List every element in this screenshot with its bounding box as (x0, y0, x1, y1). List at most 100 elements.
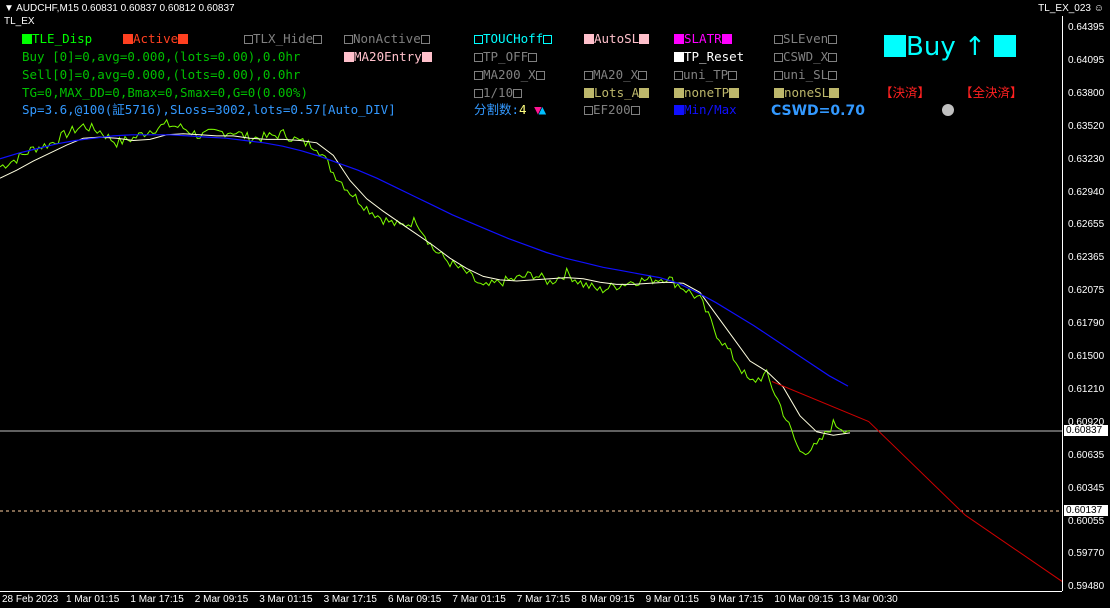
time-tick-label: 7 Mar 01:15 (452, 594, 506, 605)
price-tick-label: 0.59770 (1068, 548, 1105, 560)
time-tick-label: 8 Mar 09:15 (581, 594, 635, 605)
uni-sl-toggle[interactable]: uni_SL (774, 68, 838, 82)
symbol-info: ▼ AUDCHF,M15 0.60831 0.60837 0.60812 0.6… (4, 3, 235, 14)
nonetp-indicator (674, 88, 684, 98)
price-tick-label: 0.63520 (1068, 120, 1105, 132)
lots-a-toggle[interactable]: Lots_A (584, 86, 650, 100)
active-indicator (123, 34, 133, 44)
active-toggle[interactable]: Active (123, 32, 189, 46)
one-tenth-checkbox-right (513, 89, 523, 98)
nonactive-checkbox-right (420, 35, 430, 44)
autosl-toggle[interactable]: AutoSL (584, 32, 650, 46)
time-tick-label: 7 Mar 17:15 (516, 594, 571, 605)
one-tenth-toggle[interactable]: 1/10 (474, 86, 523, 100)
sleven-checkbox (774, 35, 783, 44)
ma20-x-checkbox (584, 71, 593, 80)
slatr-indicator (674, 34, 684, 44)
nonactive-toggle[interactable]: NonActive (344, 32, 430, 46)
nonactive-checkbox (344, 35, 353, 44)
price-tick-label: 0.61210 (1068, 383, 1105, 395)
current-price-label: 0.60837 (1064, 424, 1108, 436)
tle-disp-indicator (22, 34, 32, 44)
sleven-toggle[interactable]: SLEven (774, 32, 838, 46)
time-tick-label: 9 Mar 01:15 (645, 594, 699, 605)
buy-button[interactable]: Buy ↑ (884, 33, 1017, 61)
split-count-value: 4 (519, 102, 527, 117)
minmax-indicator (674, 105, 684, 115)
nonetp-toggle[interactable]: noneTP (674, 86, 740, 100)
smiley-icon: ☺ (1093, 3, 1104, 14)
uni-tp-checkbox-right (728, 71, 738, 80)
split-increase-icon[interactable]: ▲ (539, 102, 547, 117)
price-tick-label: 0.64095 (1068, 54, 1105, 66)
slatr-toggle[interactable]: SLATR (674, 32, 732, 46)
settle-button[interactable]: 【決済】 (880, 86, 930, 100)
ef200-checkbox-right (630, 106, 640, 115)
time-tick-label: 1 Mar 01:15 (66, 594, 120, 605)
price-tick-label: 0.60635 (1068, 449, 1105, 461)
ma20entry-indicator-right (421, 52, 432, 62)
price-tick-label: 0.59480 (1068, 581, 1105, 593)
lots-a-indicator-right (639, 88, 650, 98)
tp-off-toggle[interactable]: TP_OFF (474, 50, 538, 64)
price-tick-label: 0.63230 (1068, 153, 1105, 165)
touchoff-checkbox-right (543, 35, 553, 44)
price-tick-label: 0.63800 (1068, 87, 1105, 99)
ma20entry-toggle[interactable]: MA20Entry (344, 50, 432, 64)
price-tick-label: 0.61790 (1068, 318, 1105, 330)
time-tick-label: 1 Mar 17:15 (130, 594, 184, 605)
ma20-x-toggle[interactable]: MA20_X (584, 68, 648, 82)
price-tick-label: 0.62940 (1068, 186, 1105, 198)
tle-disp-toggle[interactable]: TLE_Disp (22, 32, 92, 46)
time-tick-label: 28 Feb 2023 (2, 594, 59, 605)
buy-left-square (884, 35, 906, 57)
tlx-hide-checkbox (244, 35, 253, 44)
nonesl-indicator (774, 88, 784, 98)
slatr-indicator-right (721, 34, 732, 44)
uni-sl-checkbox-right (828, 71, 838, 80)
ma20-line (0, 133, 851, 436)
time-tick-label: 3 Mar 01:15 (259, 594, 313, 605)
nonetp-indicator-right (729, 88, 740, 98)
time-tick-label: 3 Mar 17:15 (323, 594, 377, 605)
price-tick-label: 0.60055 (1068, 515, 1105, 527)
one-tenth-checkbox (474, 89, 483, 98)
status-dot (942, 104, 954, 116)
tlx-hide-toggle[interactable]: TLX_Hide (244, 32, 323, 46)
uni-tp-checkbox (674, 71, 683, 80)
minmax-toggle[interactable]: Min/Max (674, 103, 737, 117)
price-tick-label: 0.62365 (1068, 252, 1105, 264)
uni-tp-toggle[interactable]: uni_TP (674, 68, 738, 82)
cswd-x-toggle[interactable]: CSWD_X (774, 50, 838, 64)
cswd-x-checkbox (774, 53, 783, 62)
price-tick-label: 0.62655 (1068, 219, 1105, 231)
touchoff-toggle[interactable]: TOUCHoff (474, 32, 553, 46)
chart-header: ▼ AUDCHF,M15 0.60831 0.60837 0.60812 0.6… (0, 0, 1110, 16)
ma200-x-toggle[interactable]: MA200_X (474, 68, 545, 82)
ef200-checkbox (584, 106, 593, 115)
ef200-toggle[interactable]: EF200 (584, 103, 640, 117)
time-tick-label: 13 Mar 00:30 (838, 594, 898, 605)
tg-status-line: TG=0,MAX_DD=0,Bmax=0,Smax=0,G=0(0.00%) (22, 85, 308, 100)
active-indicator-right (178, 34, 189, 44)
settle-all-button[interactable]: 【全決済】 (960, 86, 1023, 100)
time-tick-label: 2 Mar 09:15 (194, 594, 249, 605)
ma20-x-checkbox-right (638, 71, 648, 80)
nonesl-indicator-right (829, 88, 840, 98)
ma20entry-indicator (344, 52, 354, 62)
ea-name: TL_EX_023 (1038, 3, 1091, 14)
time-tick-label: 9 Mar 17:15 (710, 594, 764, 605)
tlx-hide-checkbox-right (313, 35, 323, 44)
sleven-checkbox-right (828, 35, 838, 44)
time-tick-label: 10 Mar 09:15 (774, 594, 834, 605)
autosl-indicator-right (639, 34, 650, 44)
time-tick-label: 6 Mar 09:15 (388, 594, 442, 605)
dashed-level-label: 0.60137 (1064, 504, 1108, 516)
lots-a-indicator (584, 88, 594, 98)
tp-reset-toggle[interactable]: TP_Reset (674, 50, 744, 64)
buy-right-square (994, 35, 1017, 57)
split-count-control: 分割数:4 ▼▲ (474, 103, 546, 117)
uni-sl-checkbox (774, 71, 783, 80)
nonesl-toggle[interactable]: noneSL (774, 86, 840, 100)
price-tick-label: 0.60345 (1068, 482, 1105, 494)
